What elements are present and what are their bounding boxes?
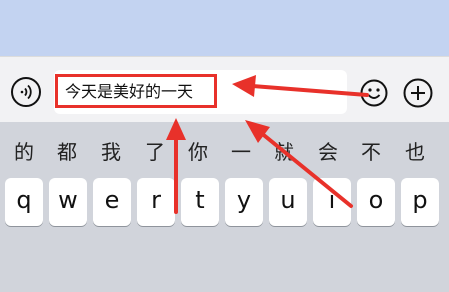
candidate-item[interactable]: 都 [57, 140, 77, 164]
key-e[interactable]: e [93, 178, 131, 226]
emoji-button[interactable] [360, 79, 388, 107]
key-t[interactable]: t [181, 178, 219, 226]
key-o[interactable]: o [357, 178, 395, 226]
voice-button[interactable] [11, 77, 41, 107]
key-w[interactable]: w [49, 178, 87, 226]
key-p[interactable]: p [401, 178, 439, 226]
keyboard-row-2 [0, 240, 449, 292]
candidate-item[interactable]: 的 [14, 140, 34, 164]
plus-button[interactable] [403, 78, 433, 108]
key-y[interactable]: y [225, 178, 263, 226]
candidate-item[interactable]: 了 [145, 140, 165, 164]
candidate-item[interactable]: 我 [101, 140, 121, 164]
candidate-bar: 的 都 我 了 你 一 就 会 不 也 [0, 134, 449, 170]
candidate-item[interactable]: 一 [231, 140, 251, 164]
voice-icon [20, 84, 32, 100]
input-bar: 今天是美好的一天 [0, 56, 449, 122]
key-u[interactable]: u [269, 178, 307, 226]
key-q[interactable]: q [5, 178, 43, 226]
chat-area [0, 0, 449, 56]
candidate-item[interactable]: 会 [318, 140, 338, 164]
candidate-item[interactable]: 也 [405, 140, 425, 164]
candidate-item[interactable]: 不 [361, 140, 381, 164]
key-r[interactable]: r [137, 178, 175, 226]
emoji-icon [360, 79, 388, 107]
candidate-item[interactable]: 就 [274, 140, 294, 164]
key-i[interactable]: i [313, 178, 351, 226]
candidate-item[interactable]: 你 [188, 140, 208, 164]
plus-icon [403, 78, 433, 108]
message-input-text: 今天是美好的一天 [65, 82, 194, 101]
keyboard: 的 都 我 了 你 一 就 会 不 也 q w e r t y u i o p [0, 122, 449, 292]
